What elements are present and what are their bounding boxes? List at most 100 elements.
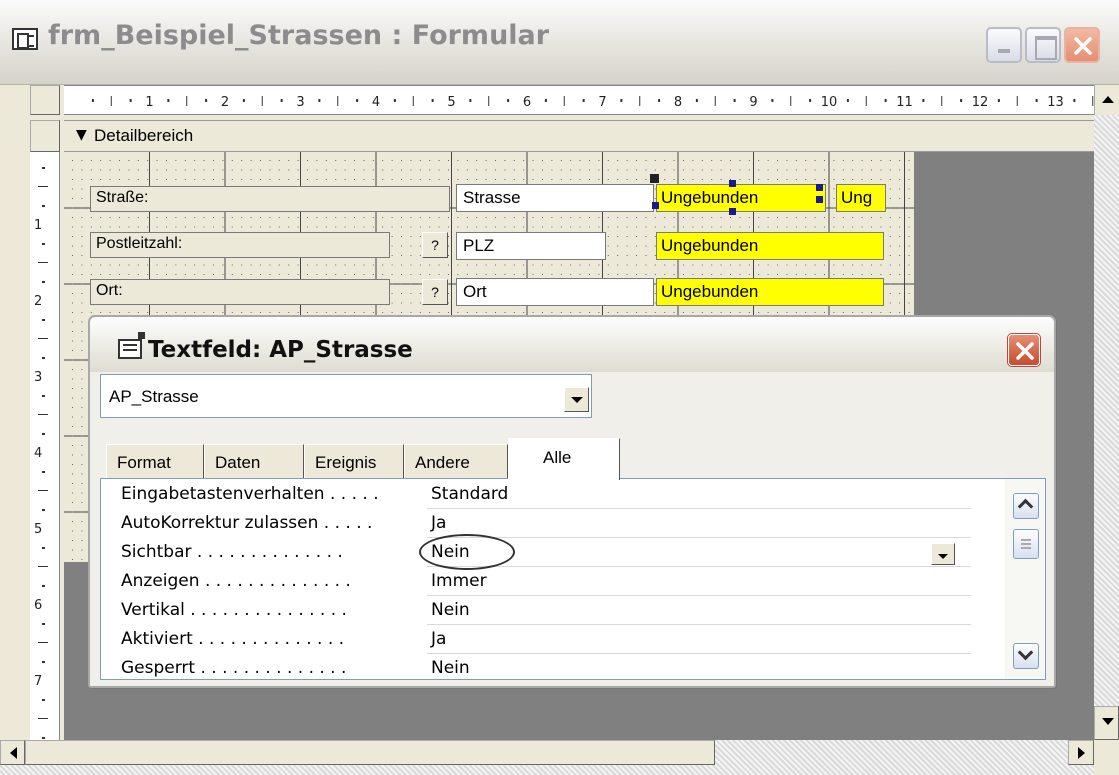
grid-dot (410, 312, 412, 313)
property-row[interactable]: Vertikal . . . . . . . . . . . . . . . N… (101, 597, 971, 626)
grid-dot (542, 264, 543, 266)
scroll-right-button[interactable] (1068, 740, 1094, 765)
selection-handle-move[interactable] (650, 174, 659, 183)
grid-dot (814, 226, 816, 228)
horizontal-ruler[interactable]: 1 2 3 4 5 6 7 8 9 10 11 12 13 (64, 85, 1094, 115)
property-list[interactable]: Eingabetastenverhalten . . . . . Standar… (100, 478, 1046, 680)
vertical-scrollbar[interactable] (1094, 115, 1119, 740)
grid-dot (908, 236, 910, 237)
scroll-left-button[interactable] (0, 740, 25, 765)
property-dropdown-button[interactable] (931, 543, 955, 565)
grid-dot (260, 179, 261, 180)
help-button-plz[interactable]: ? (422, 232, 448, 258)
grid-dot (241, 312, 243, 313)
property-sheet-window[interactable]: Textfeld: AP_Strasse AP_Strasse Format D… (88, 315, 1056, 688)
grid-dot (504, 264, 506, 266)
property-value[interactable]: Ja (427, 510, 971, 538)
maximize-button[interactable] (1025, 27, 1061, 63)
selection-handle[interactable] (729, 180, 736, 187)
grid-dot (457, 312, 459, 313)
property-row[interactable]: Aktiviert . . . . . . . . . . . . . . Ja (101, 626, 971, 655)
selection-handle[interactable] (816, 196, 823, 203)
property-sheet-close-button[interactable] (1008, 334, 1040, 366)
tab-andere[interactable]: Andere (404, 444, 508, 478)
horizontal-scroll-thumb[interactable] (25, 740, 715, 765)
textbox-ort[interactable]: Ort (456, 278, 654, 306)
property-scroll-thumb[interactable] (1013, 529, 1039, 559)
property-row[interactable]: AutoKorrektur zulassen . . . . . Ja (101, 510, 971, 539)
label-strasse[interactable]: Straße: (90, 186, 450, 212)
grid-dot (833, 312, 835, 313)
grid-dot (664, 312, 666, 313)
tab-daten[interactable]: Daten (204, 444, 304, 478)
property-row[interactable]: Anzeigen . . . . . . . . . . . . . . Imm… (101, 568, 971, 597)
minimize-button[interactable] (986, 27, 1022, 63)
grid-dot (354, 217, 355, 218)
grid-dot (495, 160, 496, 161)
title-bar[interactable]: frm_Beispiel_Strassen : Formular (0, 0, 1119, 85)
ruler-tick (620, 99, 623, 102)
property-list-scrollbar[interactable] (1005, 479, 1045, 679)
grid-dot (269, 179, 271, 180)
textbox-unbound-right[interactable]: Ung (836, 184, 886, 212)
ruler-tick (205, 99, 208, 102)
property-row[interactable]: Eingabetastenverhalten . . . . . Standar… (101, 481, 971, 510)
label-ort[interactable]: Ort: (90, 279, 390, 305)
grid-dot (81, 559, 83, 560)
help-button-ort[interactable]: ? (422, 279, 448, 305)
grid-dot (72, 369, 73, 370)
grid-dot (683, 169, 684, 171)
textbox-ap-strasse[interactable]: Ungebunden (656, 184, 826, 212)
object-selector-dropdown-button[interactable] (564, 387, 589, 412)
tab-alle[interactable]: Alle (508, 438, 620, 480)
section-selector[interactable] (30, 120, 60, 152)
grid-dot (889, 312, 891, 313)
selection-handle[interactable] (816, 184, 823, 191)
property-sheet-title-bar[interactable]: Textfeld: AP_Strasse (90, 317, 1054, 372)
textbox-unbound-ort[interactable]: Ungebunden (656, 278, 884, 306)
form-selector[interactable] (30, 85, 60, 115)
property-value[interactable]: Nein (427, 597, 971, 625)
textbox-plz[interactable]: PLZ (456, 232, 606, 260)
grid-dot (795, 274, 797, 275)
property-row-selected[interactable]: Sichtbar . . . . . . . . . . . . . . Nei… (101, 539, 971, 568)
grid-dot (748, 226, 750, 228)
property-row[interactable]: Gesperrt . . . . . . . . . . . . . . Nei… (101, 655, 971, 679)
scroll-down-button[interactable] (1094, 706, 1119, 740)
close-button[interactable] (1064, 27, 1100, 63)
grid-dot (278, 169, 280, 171)
grid-dot (419, 274, 421, 275)
property-scroll-up-button[interactable] (1013, 493, 1039, 519)
selection-handle[interactable] (729, 208, 736, 215)
grid-dot (495, 179, 496, 180)
property-value[interactable]: Nein (427, 655, 971, 679)
property-name: AutoKorrektur zulassen . . . . . (121, 513, 373, 533)
grid-dot (419, 264, 421, 266)
object-selector[interactable]: AP_Strasse (100, 374, 592, 418)
grid-dot (683, 217, 684, 218)
property-value[interactable]: Standard (427, 481, 971, 509)
ruler-tick (695, 99, 698, 102)
tab-format[interactable]: Format (106, 444, 204, 478)
grid-dot (871, 312, 872, 313)
grid-dot (551, 169, 553, 171)
ruler-tick (563, 96, 565, 106)
property-tabs: Format Daten Ereignis Andere Alle (106, 438, 1036, 480)
scroll-up-button[interactable] (1094, 85, 1119, 115)
vertical-ruler[interactable]: 1 2 3 4 5 6 7 (30, 152, 60, 740)
tab-ereignis[interactable]: Ereignis (304, 444, 404, 478)
grid-dot (899, 160, 901, 161)
property-value[interactable]: Ja (427, 626, 971, 654)
grid-dot (457, 169, 459, 171)
selection-handle[interactable] (652, 202, 659, 209)
property-scroll-down-button[interactable] (1013, 643, 1039, 669)
form-design-window: frm_Beispiel_Strassen : Formular 1234567… (0, 0, 1119, 775)
label-plz[interactable]: Postleitzahl: (90, 232, 390, 258)
section-header-detail[interactable]: ▼ Detailbereich (64, 120, 1094, 152)
grid-dot (495, 169, 496, 171)
property-value[interactable]: Immer (427, 568, 971, 596)
grid-dot (457, 217, 459, 218)
textbox-unbound-plz[interactable]: Ungebunden (656, 232, 884, 260)
textbox-strasse[interactable]: Strasse (456, 184, 654, 212)
grid-dot (739, 274, 741, 275)
